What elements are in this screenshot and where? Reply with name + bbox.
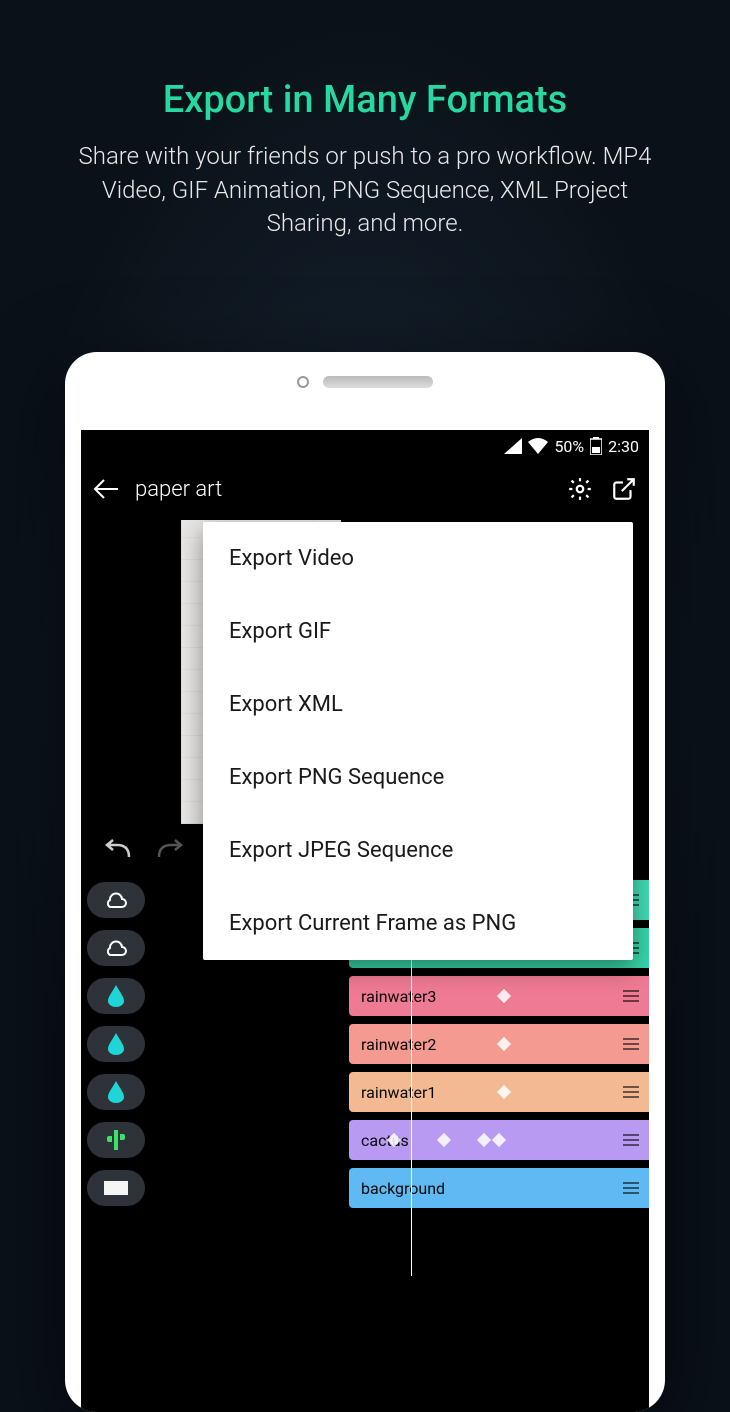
timeline-track[interactable]: rainwater2 (81, 1020, 649, 1068)
export-menu: Export VideoExport GIFExport XMLExport P… (203, 522, 633, 960)
external-link-icon (611, 476, 637, 502)
drag-handle-icon[interactable] (623, 1182, 639, 1194)
track-clip[interactable]: rainwater1 (349, 1072, 649, 1112)
export-menu-item[interactable]: Export Current Frame as PNG (203, 887, 633, 960)
status-time: 2:30 (608, 437, 639, 456)
drop-icon[interactable] (87, 1074, 145, 1110)
keyframe-marker[interactable] (497, 989, 511, 1003)
cactus-icon[interactable] (87, 1122, 145, 1158)
export-menu-item[interactable]: Export PNG Sequence (203, 741, 633, 814)
track-label: cactus (361, 1131, 409, 1150)
phone-screen: 50% 2:30 paper art Export VideoExport GI… (81, 430, 649, 1412)
promo-title: Export in Many Formats (0, 78, 730, 122)
cloud-icon[interactable] (87, 930, 145, 966)
status-bar: 50% 2:30 (81, 430, 649, 462)
export-menu-item[interactable]: Export JPEG Sequence (203, 814, 633, 887)
promo-subtitle: Share with your friends or push to a pro… (0, 140, 730, 241)
keyframe-marker[interactable] (497, 1085, 511, 1099)
drop-icon[interactable] (87, 978, 145, 1014)
timeline-track[interactable]: rainwater3 (81, 972, 649, 1020)
phone-hardware-top (65, 352, 665, 412)
phone-frame: 50% 2:30 paper art Export VideoExport GI… (65, 352, 665, 1412)
cloud-icon[interactable] (87, 882, 145, 918)
track-clip[interactable]: rainwater2 (349, 1024, 649, 1064)
project-title: paper art (135, 477, 551, 502)
drag-handle-icon[interactable] (623, 1086, 639, 1098)
keyframe-marker[interactable] (497, 1037, 511, 1051)
drag-handle-icon[interactable] (623, 1134, 639, 1146)
rect-icon[interactable] (87, 1170, 145, 1206)
export-menu-item[interactable]: Export Video (203, 522, 633, 595)
redo-button[interactable] (155, 839, 185, 861)
keyframe-marker[interactable] (437, 1133, 451, 1147)
app-bar: paper art (81, 462, 649, 516)
track-clip[interactable]: rainwater3 (349, 976, 649, 1016)
timeline-track[interactable]: cactus (81, 1116, 649, 1164)
track-label: rainwater1 (361, 1083, 436, 1102)
share-button[interactable] (609, 474, 639, 504)
speaker-icon (323, 376, 433, 388)
wifi-icon (528, 438, 548, 454)
camera-icon (297, 376, 309, 388)
gear-icon (567, 476, 593, 502)
track-label: rainwater3 (361, 987, 436, 1006)
track-clip[interactable]: cactus (349, 1120, 649, 1160)
undo-button[interactable] (103, 839, 133, 861)
settings-button[interactable] (565, 474, 595, 504)
export-menu-item[interactable]: Export GIF (203, 595, 633, 668)
battery-pct: 50% (554, 437, 584, 456)
track-label: background (361, 1179, 445, 1198)
track-clip[interactable]: background (349, 1168, 649, 1208)
keyframe-marker[interactable] (492, 1133, 506, 1147)
back-button[interactable] (91, 474, 121, 504)
timeline-track[interactable]: rainwater1 (81, 1068, 649, 1116)
timeline-track[interactable]: background (81, 1164, 649, 1212)
keyframe-marker[interactable] (477, 1133, 491, 1147)
signal-icon (504, 438, 522, 454)
battery-icon (590, 437, 602, 455)
drag-handle-icon[interactable] (623, 1038, 639, 1050)
arrow-left-icon (93, 478, 119, 500)
drop-icon[interactable] (87, 1026, 145, 1062)
drag-handle-icon[interactable] (623, 990, 639, 1002)
export-menu-item[interactable]: Export XML (203, 668, 633, 741)
track-label: rainwater2 (361, 1035, 436, 1054)
